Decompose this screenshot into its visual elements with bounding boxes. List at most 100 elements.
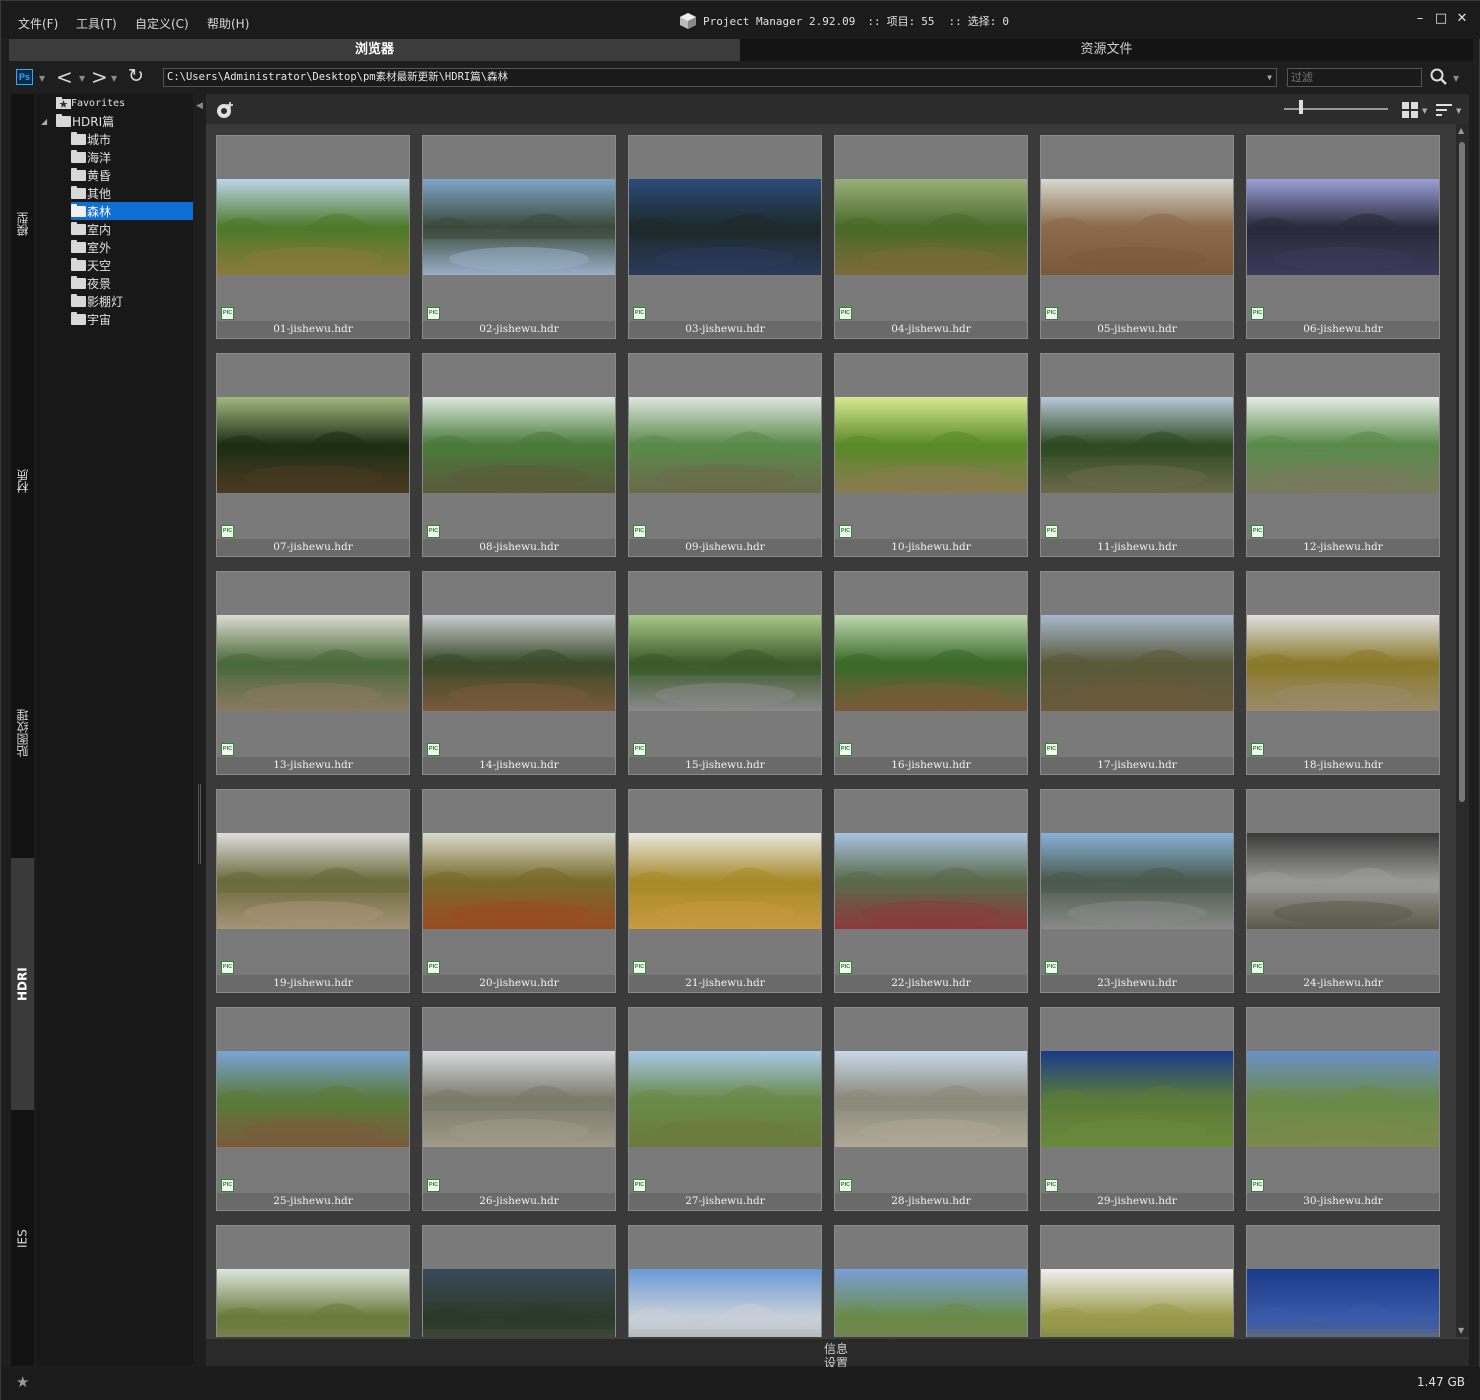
hdri-thumbnail-card[interactable]: PIC 21-jishewu.hdr bbox=[628, 789, 822, 993]
file-name: 20-jishewu.hdr bbox=[423, 975, 615, 992]
hdri-thumbnail-card[interactable] bbox=[628, 1225, 822, 1337]
hdri-thumbnail-card[interactable]: PIC 15-jishewu.hdr bbox=[628, 571, 822, 775]
tab-browser[interactable]: 浏览器 bbox=[9, 39, 740, 61]
vertical-scrollbar[interactable]: ▲ ▼ bbox=[1456, 124, 1469, 1337]
tree-folder[interactable]: 城市 bbox=[71, 130, 111, 148]
category-textures[interactable]: 贴图纹理 bbox=[11, 608, 34, 858]
close-button[interactable]: ✕ bbox=[1454, 11, 1470, 27]
path-input[interactable]: C:\Users\Administrator\Desktop\pm素材最新更新\… bbox=[163, 68, 1277, 87]
hdri-thumbnail-card[interactable]: PIC 20-jishewu.hdr bbox=[422, 789, 616, 993]
category-hdri[interactable]: HDRI bbox=[11, 858, 34, 1110]
minimize-button[interactable]: – bbox=[1412, 11, 1428, 27]
hdri-thumbnail-card[interactable]: PIC 18-jishewu.hdr bbox=[1246, 571, 1440, 775]
scroll-up-icon[interactable]: ▲ bbox=[1458, 126, 1464, 135]
collapse-arrow-icon[interactable]: ◀ bbox=[196, 101, 203, 111]
hdri-thumbnail-card[interactable]: PIC 26-jishewu.hdr bbox=[422, 1007, 616, 1211]
category-ies[interactable]: IES bbox=[11, 1112, 34, 1366]
scrollbar-thumb[interactable] bbox=[1459, 142, 1465, 802]
tab-assets[interactable]: 资源文件 bbox=[740, 39, 1473, 61]
pic-file-icon: PIC bbox=[1045, 961, 1058, 974]
tree-folder[interactable]: 影棚灯 bbox=[71, 292, 123, 310]
hdri-thumbnail-card[interactable] bbox=[216, 1225, 410, 1337]
hdri-thumbnail-card[interactable]: PIC 11-jishewu.hdr bbox=[1040, 353, 1234, 557]
chevron-down-icon[interactable]: ▼ bbox=[1453, 74, 1459, 83]
hdri-thumbnail-card[interactable]: PIC 25-jishewu.hdr bbox=[216, 1007, 410, 1211]
menu-file[interactable]: 文件(F) bbox=[18, 15, 58, 32]
chevron-down-icon[interactable]: ▼ bbox=[39, 74, 45, 83]
chevron-down-icon[interactable]: ▼ bbox=[79, 74, 85, 83]
hdri-thumbnail-card[interactable] bbox=[834, 1225, 1028, 1337]
hdri-thumbnail-card[interactable]: PIC 16-jishewu.hdr bbox=[834, 571, 1028, 775]
grid-view-icon[interactable] bbox=[1402, 102, 1418, 118]
hdri-thumbnail-card[interactable]: PIC 29-jishewu.hdr bbox=[1040, 1007, 1234, 1211]
hdri-thumbnail-card[interactable]: PIC 12-jishewu.hdr bbox=[1246, 353, 1440, 557]
refresh-button[interactable]: ↻ bbox=[128, 65, 144, 87]
sort-icon[interactable] bbox=[1436, 102, 1452, 118]
tree-folder[interactable]: 室内 bbox=[71, 220, 111, 238]
menu-tools[interactable]: 工具(T) bbox=[76, 15, 117, 32]
hdri-thumbnail-card[interactable]: PIC 23-jishewu.hdr bbox=[1040, 789, 1234, 993]
chevron-down-icon[interactable]: ▼ bbox=[111, 74, 117, 83]
hdri-thumbnail-card[interactable] bbox=[1246, 1225, 1440, 1337]
back-button[interactable]: < bbox=[56, 65, 73, 89]
hdri-thumbnail-card[interactable]: PIC 19-jishewu.hdr bbox=[216, 789, 410, 993]
tree-folder[interactable]: 室外 bbox=[71, 238, 111, 256]
search-icon[interactable] bbox=[1429, 67, 1449, 87]
hdri-thumbnail-card[interactable]: PIC 10-jishewu.hdr bbox=[834, 353, 1028, 557]
tree-root-hdri[interactable]: HDRI篇 bbox=[56, 112, 114, 130]
hdri-thumbnail-card[interactable]: PIC 09-jishewu.hdr bbox=[628, 353, 822, 557]
hdri-thumbnail-card[interactable]: PIC 08-jishewu.hdr bbox=[422, 353, 616, 557]
hdri-thumbnail-card[interactable]: PIC 17-jishewu.hdr bbox=[1040, 571, 1234, 775]
chevron-down-icon[interactable]: ▼ bbox=[1422, 107, 1427, 115]
zoom-slider-thumb[interactable] bbox=[1299, 100, 1303, 114]
menu-help[interactable]: 帮助(H) bbox=[207, 15, 249, 32]
tree-folder[interactable]: 森林 bbox=[71, 202, 193, 220]
tree-folder[interactable]: 天空 bbox=[71, 256, 111, 274]
hdri-preview-image bbox=[1041, 833, 1233, 929]
splitter-grip[interactable] bbox=[198, 784, 201, 864]
tree-folder[interactable]: 黄昏 bbox=[71, 166, 111, 184]
hdri-thumbnail-card[interactable]: PIC 13-jishewu.hdr bbox=[216, 571, 410, 775]
panel-splitter[interactable]: ◀ bbox=[194, 94, 205, 1366]
hdri-thumbnail-card[interactable]: PIC 03-jishewu.hdr bbox=[628, 135, 822, 339]
maximize-button[interactable]: □ bbox=[1433, 11, 1449, 27]
star-icon[interactable]: ★ bbox=[16, 1373, 29, 1391]
add-item-icon[interactable] bbox=[216, 101, 234, 119]
hdri-preview-image bbox=[423, 615, 615, 711]
tree-favorites[interactable]: Favorites bbox=[56, 94, 125, 112]
hdri-thumbnail-card[interactable]: PIC 07-jishewu.hdr bbox=[216, 353, 410, 557]
hdri-preview-image bbox=[217, 1269, 409, 1337]
hdri-thumbnail-card[interactable]: PIC 04-jishewu.hdr bbox=[834, 135, 1028, 339]
pic-file-icon: PIC bbox=[427, 1179, 440, 1192]
window-title: Project Manager 2.92.09 :: 项目: 55 :: 选择:… bbox=[679, 12, 1009, 30]
category-models[interactable]: 模型 bbox=[11, 94, 34, 354]
hdri-thumbnail-card[interactable] bbox=[422, 1225, 616, 1337]
tree-folder[interactable]: 海洋 bbox=[71, 148, 111, 166]
chevron-down-icon[interactable]: ▼ bbox=[1456, 107, 1461, 115]
photoshop-icon[interactable]: Ps bbox=[16, 69, 33, 85]
scroll-down-icon[interactable]: ▼ bbox=[1458, 1326, 1464, 1335]
menu-customize[interactable]: 自定义(C) bbox=[135, 15, 189, 32]
tree-folder[interactable]: 其他 bbox=[71, 184, 111, 202]
hdri-thumbnail-card[interactable]: PIC 28-jishewu.hdr bbox=[834, 1007, 1028, 1211]
hdri-thumbnail-card[interactable]: PIC 27-jishewu.hdr bbox=[628, 1007, 822, 1211]
chevron-down-icon[interactable]: ▼ bbox=[1267, 69, 1272, 86]
hdri-thumbnail-card[interactable]: PIC 30-jishewu.hdr bbox=[1246, 1007, 1440, 1211]
tree-folder[interactable]: 宇宙 bbox=[71, 310, 111, 328]
hdri-thumbnail-card[interactable]: PIC 24-jishewu.hdr bbox=[1246, 789, 1440, 993]
expand-arrow-icon[interactable]: ◢ bbox=[41, 117, 47, 126]
hdri-thumbnail-card[interactable]: PIC 22-jishewu.hdr bbox=[834, 789, 1028, 993]
hdri-thumbnail-card[interactable]: PIC 06-jishewu.hdr bbox=[1246, 135, 1440, 339]
folder-tree: Favorites ◢ HDRI篇 城市 海洋 黄昏 其他 森林 室内 室外 天空 夜景 影棚灯宇… bbox=[36, 94, 193, 1366]
pic-file-icon: PIC bbox=[427, 961, 440, 974]
hdri-thumbnail-card[interactable]: PIC 14-jishewu.hdr bbox=[422, 571, 616, 775]
hdri-thumbnail-card[interactable]: PIC 05-jishewu.hdr bbox=[1040, 135, 1234, 339]
hdri-thumbnail-card[interactable]: PIC 01-jishewu.hdr bbox=[216, 135, 410, 339]
hdri-thumbnail-card[interactable] bbox=[1040, 1225, 1234, 1337]
app-name: Project Manager 2.92.09 bbox=[703, 14, 856, 28]
category-materials[interactable]: 材质 bbox=[11, 356, 34, 606]
filter-input[interactable]: 过滤 bbox=[1287, 68, 1422, 87]
hdri-thumbnail-card[interactable]: PIC 02-jishewu.hdr bbox=[422, 135, 616, 339]
forward-button[interactable]: > bbox=[91, 65, 108, 89]
tree-folder[interactable]: 夜景 bbox=[71, 274, 111, 292]
